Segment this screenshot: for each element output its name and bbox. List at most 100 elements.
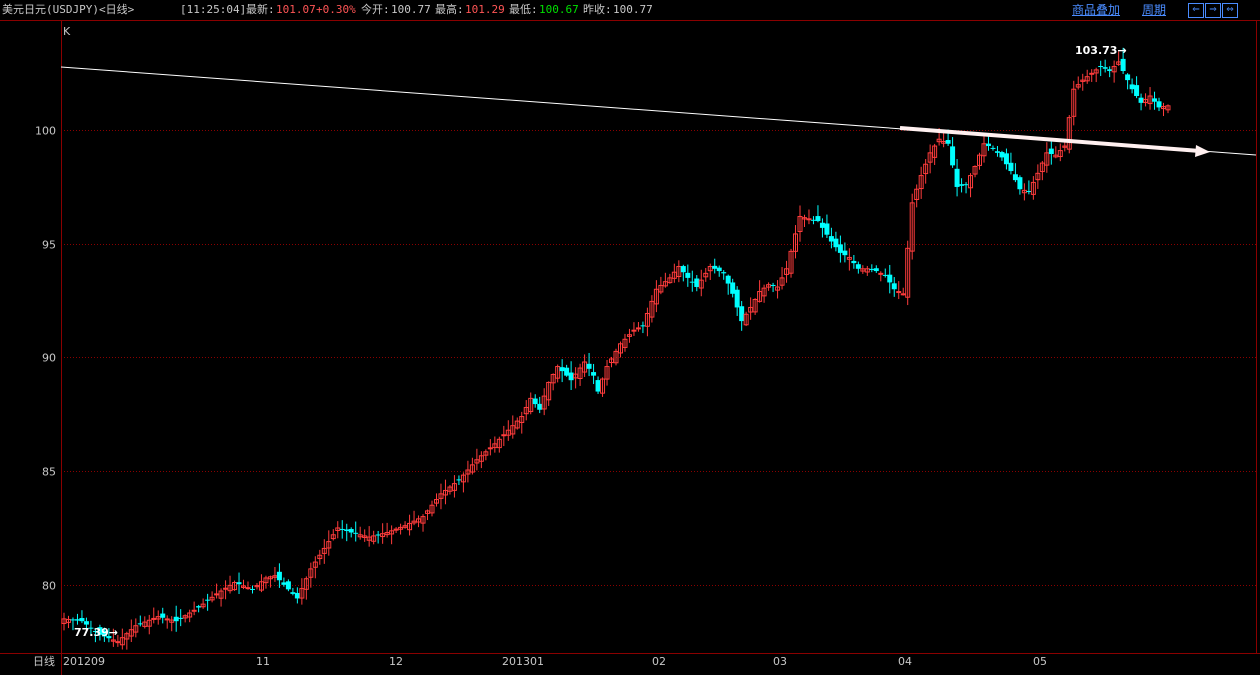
candle-body-down	[680, 266, 686, 273]
overlay-link[interactable]: 商品叠加	[1072, 0, 1120, 20]
scroll-right-icon[interactable]: ⇒	[1205, 3, 1221, 18]
low-value: 100.67	[539, 3, 579, 16]
candlestick-chart[interactable]: 80 85 90 95 100 103.73→ 77.39→ K	[0, 21, 1260, 653]
y-tick-label: 95	[42, 239, 56, 252]
scroll-left-icon[interactable]: ⇐	[1188, 3, 1204, 18]
low-label: 最低:	[509, 3, 538, 16]
candle-body-down	[595, 380, 601, 392]
arrow-head-icon	[1195, 145, 1210, 157]
prev-close-label: 昨收:	[583, 3, 612, 16]
candle-body-up	[1089, 72, 1095, 75]
x-tick-label: 201301	[502, 655, 544, 668]
chart-label: K	[63, 25, 71, 38]
candle-body-down	[1129, 84, 1135, 90]
candle-body-down	[537, 403, 543, 410]
candle-body-down	[985, 143, 991, 147]
quote-header: 美元日元(USDJPY)<日线> [11:25:04] 最新: 101.07 +…	[0, 0, 1260, 21]
candle-body-down	[281, 582, 287, 585]
x-tick-label: 11	[256, 655, 270, 668]
candle-body-down	[559, 367, 565, 372]
candle-body-down	[173, 616, 179, 622]
candle-body-down	[1134, 85, 1140, 97]
candle-body-down	[1125, 74, 1131, 81]
period-link[interactable]: 周期	[1142, 0, 1166, 20]
candle-body-down	[689, 281, 695, 283]
candle-body-down	[137, 623, 143, 625]
candle-body-down	[1008, 162, 1014, 172]
zoom-icon[interactable]: ⇔	[1222, 3, 1238, 18]
candle-body-up	[900, 293, 906, 296]
candle-body-down	[945, 139, 951, 144]
candle-body-down	[196, 606, 202, 608]
candle-body-down	[249, 588, 255, 590]
candle-body-up	[631, 329, 637, 332]
candle-body-down	[178, 617, 184, 619]
candle-body-down	[954, 168, 960, 187]
high-value: 101.29	[465, 3, 505, 16]
candle-body-up	[806, 218, 812, 221]
change-percent: +0.30%	[316, 3, 356, 16]
candle-body-down	[344, 529, 350, 531]
candle-body-down	[285, 581, 291, 590]
candle-body-down	[959, 184, 965, 186]
candle-body-down	[1107, 69, 1113, 72]
candle-body-down	[824, 223, 830, 235]
candle-body-down	[568, 372, 574, 381]
candle-body-down	[837, 244, 843, 253]
candle-body-down	[160, 613, 166, 618]
resistance-arrow-line	[899, 126, 1201, 153]
candle-body-down	[1017, 177, 1023, 190]
candle-body-down	[873, 268, 879, 272]
candle-body-up	[245, 587, 251, 590]
candle-body-down	[1012, 174, 1018, 181]
period-label: 日线	[33, 654, 55, 668]
instrument-title: 美元日元(USDJPY)<日线>	[2, 3, 135, 16]
candle-body-down	[869, 268, 875, 270]
candle-body-down	[1152, 98, 1158, 102]
candle-body-down	[990, 147, 996, 149]
quote-time: [11:25:04]	[180, 3, 247, 16]
candle-body-down	[721, 272, 727, 274]
x-tick-label: 05	[1033, 655, 1047, 668]
candle-body-down	[887, 274, 893, 283]
candle-body-down	[855, 264, 861, 269]
candle-body-down	[828, 236, 834, 242]
candle-body-down	[353, 532, 359, 534]
candle-body-down	[640, 325, 646, 327]
min-price-label: 77.39→	[74, 626, 118, 639]
high-label: 最高:	[435, 3, 464, 16]
candle-body-down	[712, 265, 718, 269]
candle-body-down	[685, 272, 691, 278]
y-tick-label: 80	[42, 580, 56, 593]
candle-body-down	[564, 367, 570, 376]
candle-body-down	[586, 363, 592, 369]
open-value: 100.77	[391, 3, 431, 16]
candle-body-down	[770, 284, 776, 286]
candle-body-up	[896, 291, 902, 294]
candle-body-down	[348, 528, 354, 533]
candle-body-down	[833, 238, 839, 248]
candle-body-down	[694, 278, 700, 287]
candle-body-down	[725, 275, 731, 284]
max-price-label: 103.73→	[1075, 44, 1127, 57]
candle-body-up	[115, 641, 121, 644]
candle-body-down	[963, 184, 969, 186]
candle-body-up	[501, 434, 507, 437]
candle-body-down	[1048, 148, 1054, 154]
candle-body-down	[79, 618, 85, 622]
candle-body-down	[294, 592, 300, 599]
candle-body-down	[815, 216, 821, 222]
candle-body-down	[591, 372, 597, 376]
candle-body-down	[716, 267, 722, 272]
candle-body-down	[842, 250, 848, 256]
candle-body-down	[1156, 101, 1162, 108]
candle-body-down	[734, 289, 740, 308]
x-tick-label: 04	[898, 655, 912, 668]
candle-body-down	[730, 282, 736, 294]
candle-body-down	[375, 534, 381, 536]
candle-body-up	[151, 617, 157, 620]
candle-body-down	[1138, 97, 1144, 103]
y-tick-label: 85	[42, 466, 56, 479]
candle-body-down	[851, 260, 857, 264]
candle-body-down	[819, 222, 825, 228]
